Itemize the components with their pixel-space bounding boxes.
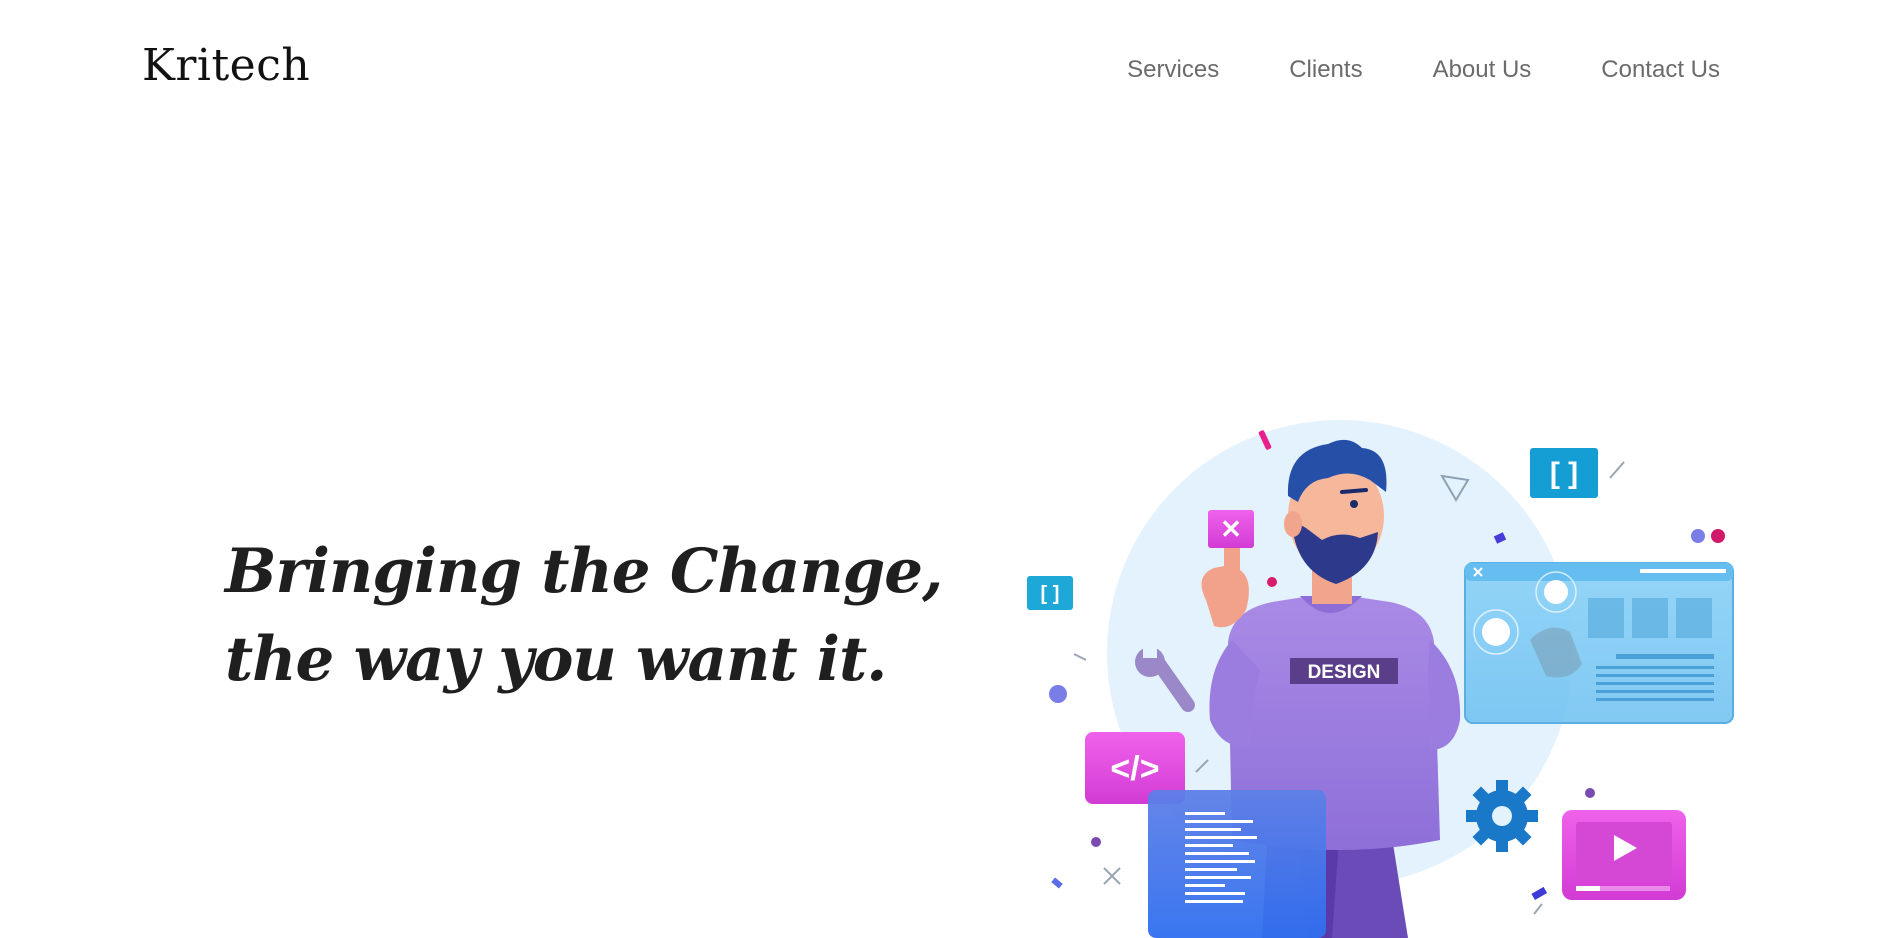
hero-heading-line-1: Bringing the Change, (225, 536, 943, 607)
nav-link-services[interactable]: Services (1127, 56, 1219, 84)
hero-illustration: [ ] [ ] DESIGN ✕ </> (1010, 420, 1750, 938)
main-nav: Services Clients About Us Contact Us (1127, 56, 1720, 84)
confetti-dot (1691, 529, 1705, 543)
code-document-icon (1148, 790, 1326, 938)
decor-line (1533, 903, 1543, 915)
ear-shape (1284, 511, 1302, 537)
confetti-shape (1051, 877, 1063, 889)
eyebrow-shape (1340, 488, 1368, 494)
nav-link-clients[interactable]: Clients (1289, 56, 1362, 84)
hero-heading-line-2: the way you want it. (225, 624, 887, 695)
decor-line (1609, 461, 1625, 479)
svg-text:✕: ✕ (1220, 514, 1242, 544)
browser-window-icon (1464, 562, 1734, 724)
nav-link-contact-us[interactable]: Contact Us (1601, 56, 1720, 84)
svg-text:DESIGN: DESIGN (1308, 662, 1381, 683)
svg-text:</>: </> (1110, 750, 1159, 788)
small-bracket-badge-icon: [ ] (1027, 576, 1073, 610)
hero-heading: Bringing the Change, the way you want it… (225, 528, 943, 704)
nav-link-about-us[interactable]: About Us (1433, 56, 1532, 84)
confetti-shape (1531, 886, 1548, 900)
close-badge-icon: ✕ (1208, 510, 1254, 548)
decor-line (1073, 653, 1087, 661)
x-mark-icon (1103, 867, 1121, 885)
confetti-dot (1091, 837, 1101, 847)
video-player-icon (1562, 810, 1686, 900)
page: Kritech Services Clients About Us Contac… (0, 0, 1890, 938)
eye-shape (1350, 500, 1358, 508)
confetti-dot (1267, 577, 1277, 587)
shirt-design-label: DESIGN (1290, 658, 1398, 684)
confetti-dot (1711, 529, 1725, 543)
confetti-dot (1049, 685, 1067, 703)
svg-text:[ ]: [ ] (1550, 457, 1578, 490)
bracket-badge-icon: [ ] (1530, 448, 1598, 498)
site-logo[interactable]: Kritech (142, 40, 310, 91)
gear-icon (1466, 780, 1538, 852)
developer-illustration: [ ] [ ] DESIGN ✕ </> (1027, 420, 1734, 938)
confetti-dot (1585, 788, 1595, 798)
svg-text:[ ]: [ ] (1041, 583, 1060, 605)
